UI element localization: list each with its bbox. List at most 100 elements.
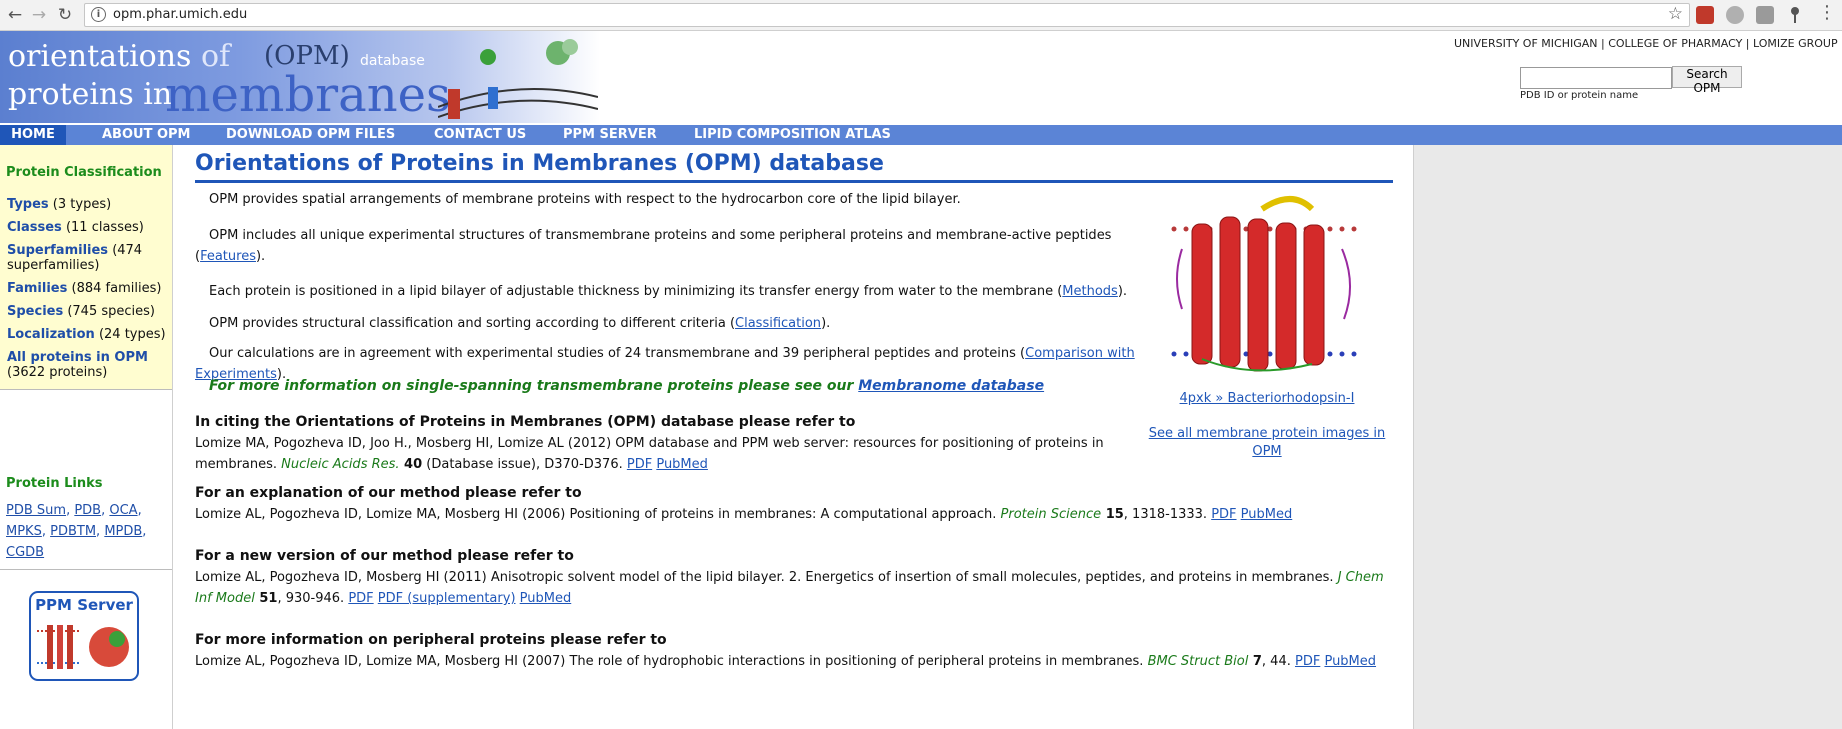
c1-pages: (Database issue), D370-D376. <box>422 457 627 472</box>
citation-1: Lomize MA, Pogozheva ID, Joo H., Mosberg… <box>195 433 1155 475</box>
banner-membranes: membranes <box>165 67 451 123</box>
c1-volume: 40 <box>399 457 423 472</box>
species-count: (745 species) <box>63 304 155 319</box>
comparison-link[interactable]: Comparison with <box>1025 346 1135 361</box>
nav-lipid-atlas[interactable]: LIPID COMPOSITION ATLAS <box>694 125 891 145</box>
shield-extension-icon[interactable] <box>1756 6 1774 24</box>
intro-paragraph-2: OPM includes all unique experimental str… <box>195 228 1112 264</box>
search-button[interactable]: Search OPM <box>1672 66 1742 95</box>
c2-pdf-link[interactable]: PDF <box>1211 507 1236 522</box>
see-all-images-link[interactable]: See all membrane protein images in OPM <box>1147 425 1387 461</box>
c3-volume: 51 <box>254 591 278 606</box>
citation-2: Lomize AL, Pogozheva ID, Lomize MA, Mosb… <box>195 504 1405 525</box>
superfamilies-link[interactable]: Superfamilies <box>7 243 108 258</box>
c3-pdf-link[interactable]: PDF <box>348 591 373 606</box>
types-count: (3 types) <box>48 197 112 212</box>
citation-3: Lomize AL, Pogozheva ID, Mosberg HI (201… <box>195 567 1405 609</box>
all-proteins-link[interactable]: All proteins in OPM <box>7 350 148 365</box>
pdf-extension-icon[interactable] <box>1696 6 1714 24</box>
membrane-illustration <box>438 39 598 119</box>
page: orientations of proteins in membranes (O… <box>0 31 1842 729</box>
c4-volume: 7 <box>1248 654 1262 669</box>
list-item[interactable]: All proteins in OPM (3622 proteins) <box>7 350 169 380</box>
c3-pubmed-link[interactable]: PubMed <box>520 591 572 606</box>
list-item[interactable]: Localization (24 types) <box>7 327 169 342</box>
families-link[interactable]: Families <box>7 281 67 296</box>
c3-text: Lomize AL, Pogozheva ID, Mosberg HI (201… <box>195 570 1338 585</box>
p5-text: Our calculations are in agreement with e… <box>209 346 1026 361</box>
nav-contact[interactable]: CONTACT US <box>434 125 526 145</box>
link-cgdb[interactable]: CGDB <box>6 545 44 560</box>
reload-icon[interactable]: ↻ <box>54 4 76 26</box>
protein-links: PDB Sum, PDB, OCA, MPKS, PDBTM, MPDB, CG… <box>6 503 147 560</box>
c1-journal: Nucleic Acids Res. <box>281 457 400 472</box>
institution-links[interactable]: UNIVERSITY OF MICHIGAN | COLLEGE OF PHAR… <box>1454 37 1838 50</box>
bookmark-star-icon[interactable]: ☆ <box>1668 4 1683 24</box>
list-item[interactable]: Species (745 species) <box>7 304 169 319</box>
title-underline <box>195 180 1393 183</box>
c4-pdf-link[interactable]: PDF <box>1295 654 1320 669</box>
info-icon[interactable]: i <box>91 7 106 22</box>
c1-text-b: membranes. <box>195 457 282 472</box>
address-bar[interactable]: i opm.phar.umich.edu ☆ <box>84 3 1690 27</box>
nav-about[interactable]: ABOUT OPM <box>102 125 191 145</box>
c4-pubmed-link[interactable]: PubMed <box>1324 654 1376 669</box>
c1-pdf-link[interactable]: PDF <box>627 457 652 472</box>
classification-link[interactable]: Classification <box>735 316 821 331</box>
c4-journal: BMC Struct Biol <box>1147 654 1249 669</box>
browser-menu-icon[interactable]: ⋮ <box>1818 2 1836 23</box>
ppm-server-badge[interactable]: PPM Server <box>29 591 139 681</box>
list-item[interactable]: Superfamilies (474 superfamilies) <box>7 243 169 273</box>
list-item[interactable]: Types (3 types) <box>7 197 169 212</box>
c3-journal-a: J Chem <box>1337 570 1384 585</box>
link-mpdb[interactable]: MPDB <box>104 524 142 539</box>
banner-database: database <box>360 53 425 69</box>
banner-line-2: proteins in <box>8 77 173 112</box>
methods-link[interactable]: Methods <box>1062 284 1118 299</box>
types-link[interactable]: Types <box>7 197 49 212</box>
nav-download[interactable]: DOWNLOAD OPM FILES <box>226 125 395 145</box>
key-extension-icon[interactable] <box>1786 6 1804 24</box>
ppm-protein-image <box>37 625 129 669</box>
c3-journal-b: Inf Model <box>195 591 255 606</box>
c3-pdf-supp-link[interactable]: PDF (supplementary) <box>378 591 516 606</box>
link-pdbsum[interactable]: PDB Sum <box>6 503 66 518</box>
site-banner[interactable]: orientations of proteins in membranes (O… <box>0 31 600 123</box>
features-link[interactable]: Features <box>200 249 256 264</box>
link-oca[interactable]: OCA <box>109 503 137 518</box>
method-heading: For an explanation of our method please … <box>195 485 582 501</box>
browser-toolbar: ← → ↻ i opm.phar.umich.edu ☆ ⋮ <box>0 0 1842 31</box>
p4-text: OPM provides structural classification a… <box>209 316 736 331</box>
citation-4: Lomize AL, Pogozheva ID, Lomize MA, Mosb… <box>195 651 1410 672</box>
nav-ppm-server[interactable]: PPM SERVER <box>563 125 657 145</box>
link-mpks[interactable]: MPKS <box>6 524 42 539</box>
bacteriorhodopsin-image[interactable] <box>1162 189 1372 389</box>
c4-text: Lomize AL, Pogozheva ID, Lomize MA, Mosb… <box>195 654 1148 669</box>
url-text: opm.phar.umich.edu <box>113 7 248 22</box>
c2-journal: Protein Science <box>1000 507 1102 522</box>
image-caption-link[interactable]: 4pxk » Bacteriorhodopsin-I <box>1162 391 1372 406</box>
classes-count: (11 classes) <box>61 220 144 235</box>
intro-paragraph-4: OPM provides structural classification a… <box>209 316 831 331</box>
skype-extension-icon[interactable] <box>1726 6 1744 24</box>
localization-link[interactable]: Localization <box>7 327 95 342</box>
arrow-left-icon[interactable]: ← <box>4 4 26 26</box>
classes-link[interactable]: Classes <box>7 220 62 235</box>
membranome-link[interactable]: Membranome database <box>858 378 1044 394</box>
link-pdb[interactable]: PDB <box>74 503 101 518</box>
species-link[interactable]: Species <box>7 304 63 319</box>
c1-pubmed-link[interactable]: PubMed <box>656 457 708 472</box>
arrow-right-icon[interactable]: → <box>28 4 50 26</box>
p3-text: Each protein is positioned in a lipid bi… <box>209 284 1063 299</box>
c1-text: Lomize MA, Pogozheva ID, Joo H., Mosberg… <box>195 436 1104 451</box>
sidebar-divider <box>0 389 172 390</box>
link-pdbtm[interactable]: PDBTM <box>50 524 96 539</box>
c2-pubmed-link[interactable]: PubMed <box>1241 507 1293 522</box>
nav-home[interactable]: HOME <box>0 125 66 145</box>
localization-count: (24 types) <box>94 327 166 342</box>
list-item[interactable]: Families (884 families) <box>7 281 169 296</box>
intro-paragraph-1: OPM provides spatial arrangements of mem… <box>209 192 961 207</box>
list-item[interactable]: Classes (11 classes) <box>7 220 169 235</box>
search-input[interactable] <box>1520 67 1672 89</box>
c4-pages: , 44. <box>1261 654 1295 669</box>
